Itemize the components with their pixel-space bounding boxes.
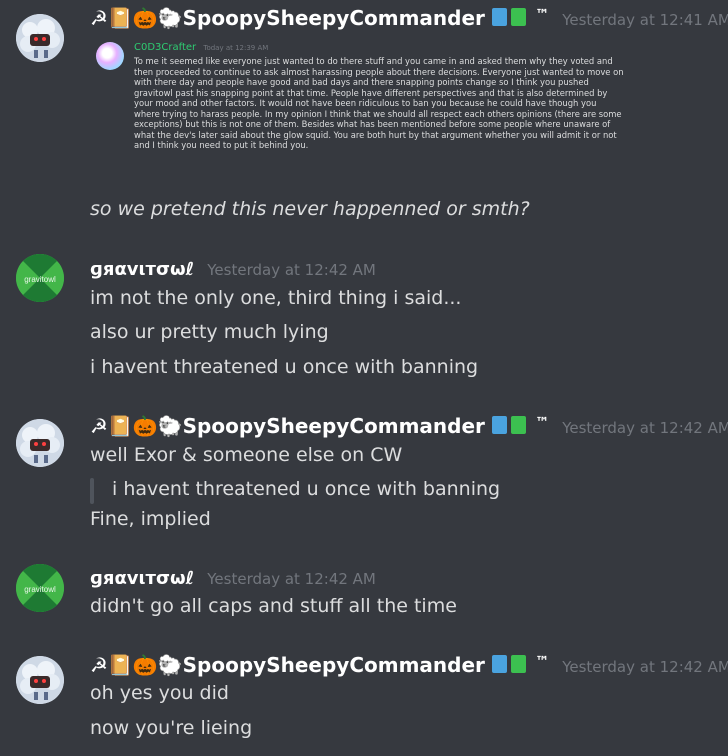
- embedded-screenshot: C0D3Crafter Today at 12:39 AM To me it s…: [90, 36, 635, 186]
- message-text: im not the only one, third thing i said.…: [90, 287, 462, 309]
- message-text: i havent threatened u once with banning: [90, 356, 479, 378]
- timestamp[interactable]: Yesterday at 12:42 AM: [207, 570, 376, 588]
- message-text: didn't go all caps and stuff all the tim…: [90, 595, 457, 617]
- embed-header: C0D3Crafter Today at 12:39 AM: [134, 42, 268, 53]
- timestamp[interactable]: Yesterday at 12:41 AM: [562, 11, 728, 29]
- trademark-suffix: ™: [535, 415, 550, 431]
- user-avatar[interactable]: [16, 419, 64, 467]
- message-text: oh yes you did: [90, 682, 229, 704]
- trademark-suffix: ™: [535, 7, 550, 23]
- message-text: well Exor & someone else on CW: [90, 444, 403, 466]
- quote-bar: [90, 478, 94, 504]
- user-avatar[interactable]: [16, 14, 64, 62]
- avatar-label: gravitowl: [24, 585, 56, 594]
- username[interactable]: ☭📔🎃🐑SpoopySheepyCommander: [90, 6, 485, 30]
- message-text: also ur pretty much lying: [90, 321, 329, 343]
- avatar-label: gravitowl: [24, 275, 56, 284]
- book-badges-icon: [492, 8, 526, 26]
- embed-text: To me it seemed like everyone just wante…: [134, 56, 624, 150]
- embed-timestamp: Today at 12:39 AM: [203, 44, 269, 52]
- message-text: Fine, implied: [90, 508, 211, 530]
- quote-text: i havent threatened u once with banning: [112, 478, 501, 500]
- book-badges-icon: [492, 655, 526, 673]
- username[interactable]: ☭📔🎃🐑SpoopySheepyCommander: [90, 653, 485, 677]
- book-badges-icon: [492, 416, 526, 434]
- owl-avatar-icon: gravitowl: [16, 254, 64, 302]
- user-avatar[interactable]: gravitowl: [16, 564, 64, 612]
- user-avatar[interactable]: [16, 656, 64, 704]
- embed-avatar: [96, 42, 124, 70]
- sheep-avatar-icon: [16, 656, 64, 704]
- timestamp[interactable]: Yesterday at 12:42 AM: [207, 261, 376, 279]
- message-text: so we pretend this never happenned or sm…: [90, 198, 530, 220]
- sheep-avatar-icon: [16, 14, 64, 62]
- embed-username: C0D3Crafter: [134, 42, 197, 53]
- username[interactable]: ☭📔🎃🐑SpoopySheepyCommander: [90, 414, 485, 438]
- owl-avatar-icon: gravitowl: [16, 564, 64, 612]
- timestamp[interactable]: Yesterday at 12:42 AM: [562, 658, 728, 676]
- trademark-suffix: ™: [535, 654, 550, 670]
- message-text: now you're lieing: [90, 717, 253, 739]
- user-avatar[interactable]: gravitowl: [16, 254, 64, 302]
- username[interactable]: ɡяαvιтσωℓ: [90, 568, 194, 589]
- timestamp[interactable]: Yesterday at 12:42 AM: [562, 419, 728, 437]
- username[interactable]: ɡяαvιтσωℓ: [90, 259, 194, 280]
- sheep-avatar-icon: [16, 419, 64, 467]
